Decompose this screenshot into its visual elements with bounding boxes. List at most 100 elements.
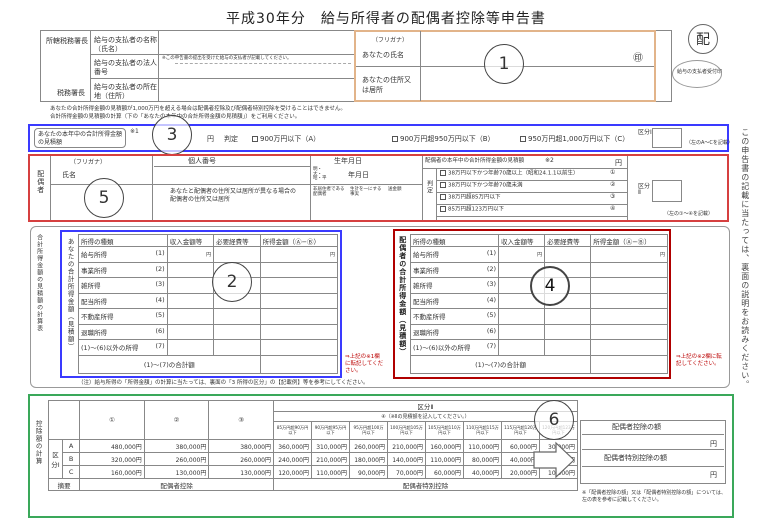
table-row: 退職所得 (6) (78, 323, 339, 340)
amount-cell[interactable]: 円 (166, 246, 215, 263)
amount-cell[interactable]: 円 (590, 246, 668, 263)
sec3-kubun-note: （左のA〜Cを記載） (686, 140, 733, 146)
amount-cell[interactable] (590, 323, 668, 340)
amount-cell[interactable] (213, 339, 261, 356)
table-row: (1)〜(6)以外の所得 (7) (78, 339, 339, 356)
income-type-cell: 不動産所得 (5) (409, 308, 500, 325)
spouse-special-label: 配偶者特別控除 (273, 478, 578, 491)
payer-number-field[interactable] (175, 63, 351, 75)
table-header: 所得金額（Ⓐ−Ⓑ） (259, 234, 339, 247)
sec5-name: 氏名 (62, 171, 76, 179)
amount-cell[interactable] (259, 292, 339, 309)
sec3-kubun: 区分Ⅰ (638, 129, 652, 136)
amount-cell[interactable] (259, 308, 339, 325)
sec5-birth: 生年月日 (334, 157, 362, 165)
marker-2: 2 (212, 262, 252, 302)
amount-cell[interactable] (544, 308, 592, 325)
income-type-cell: 配当所得 (4) (409, 292, 500, 309)
kubun2-header: 区分Ⅱ (273, 400, 578, 412)
receipt-stamp: 配 (688, 24, 718, 54)
amount-cell[interactable] (213, 246, 261, 263)
marker-6: 6 (534, 400, 574, 440)
sec5-cond-row[interactable]: 38万円以下かつ年齢70歳未満 (440, 182, 523, 189)
amount-cell[interactable] (498, 308, 546, 325)
amount-cell[interactable] (590, 277, 668, 294)
deduction-value: 60,000円 (425, 465, 464, 479)
sec5-judge: 判定 (425, 180, 433, 194)
amount-cell[interactable]: 円 (498, 246, 546, 263)
checkbox-a[interactable] (252, 136, 258, 142)
total-cell[interactable] (259, 354, 339, 374)
sec3-option-a[interactable]: 900万円以下（A） (252, 136, 320, 143)
deduction-value: 210,000円 (387, 439, 426, 453)
amount-cell[interactable] (166, 323, 215, 340)
sec3-option-c[interactable]: 950万円超1,000万円以下（C） (520, 136, 629, 143)
sec6-out2-field[interactable] (582, 466, 724, 482)
amount-cell[interactable] (166, 308, 215, 325)
col-header: ② (143, 400, 210, 440)
checkbox-c[interactable] (520, 136, 526, 142)
sec2-vlabel: あなたの合計所得金額（見積額） (66, 238, 75, 351)
amount-cell[interactable] (498, 339, 546, 356)
sec5-furigana: （フリガナ） (70, 159, 107, 166)
row-key: A (61, 439, 81, 453)
sec2-table: 所得の種類 収入金額等 必要経費等 所得金額（Ⓐ−Ⓑ） 給与所得 (1) 円円事業所得 (2)… (78, 234, 339, 374)
amount-cell[interactable] (166, 277, 215, 294)
sec3-option-b[interactable]: 900万円超950万円以下（B） (392, 136, 495, 143)
sec6-foot: ※「配偶者控除の額」又は「配偶者特別控除の額」については、左の表を参考に記載して… (582, 490, 726, 503)
amount-cell[interactable] (498, 323, 546, 340)
amount-cell[interactable]: 円 (259, 246, 339, 263)
sec5-cond-checkbox[interactable] (440, 170, 446, 176)
total-cell[interactable] (590, 354, 668, 374)
subcol-header: 95万円超100万円以下 (349, 421, 388, 440)
subcol-header: 85万円超90万円以下 (273, 421, 312, 440)
deduction-value: 380,000円 (208, 439, 274, 453)
amount-cell[interactable] (213, 323, 261, 340)
amount-cell[interactable] (259, 277, 339, 294)
sec5-ymd: 年月日 (348, 171, 369, 179)
amount-cell[interactable] (259, 339, 339, 356)
sec5-cond-checkbox[interactable] (440, 182, 446, 188)
amount-cell[interactable] (590, 308, 668, 325)
amount-cell[interactable] (544, 246, 592, 263)
sec3-kubun-field[interactable] (652, 128, 682, 148)
amount-cell[interactable] (544, 323, 592, 340)
deduction-value: 260,000円 (208, 452, 274, 466)
amount-cell[interactable] (259, 261, 339, 278)
subcol-header: 105万円超110万円以下 (425, 421, 464, 440)
total-label: (1)〜(7)の合計額 (78, 354, 261, 374)
income-type-cell: 退職所得 (6) (409, 323, 500, 340)
amount-cell[interactable] (213, 308, 261, 325)
sec5-spouse-label: 配偶者 (36, 170, 45, 194)
your-address-label: あなたの住所又は居所 (362, 76, 411, 94)
your-address-field[interactable] (424, 69, 652, 99)
amount-cell[interactable] (590, 339, 668, 356)
checkbox-b[interactable] (392, 136, 398, 142)
amount-cell[interactable] (166, 339, 215, 356)
amount-cell[interactable] (544, 339, 592, 356)
sec6-out1-field[interactable] (582, 434, 724, 450)
payer-number-label: 給与の支払者の法人番号 (94, 59, 157, 77)
amount-cell[interactable] (166, 292, 215, 309)
sec5-cond-label: 85万円超123万円以下 (448, 206, 504, 213)
your-name-field[interactable] (424, 34, 624, 64)
sec5-cond-row[interactable]: 38万円超85万円以下 (440, 194, 501, 201)
amount-cell[interactable] (590, 292, 668, 309)
sec6-side: 控除額の計算 (34, 420, 43, 465)
spouse-deduction-label: 配偶者控除 (79, 478, 274, 491)
stamp-subtitle: 給与の支払者受付印 (677, 69, 723, 75)
amount-cell[interactable] (166, 261, 215, 278)
sec5-cond-checkbox[interactable] (440, 206, 446, 212)
table-row: 配当所得 (4) (78, 292, 339, 309)
sec5-kubun-field[interactable] (652, 180, 682, 202)
amount-cell[interactable] (590, 261, 668, 278)
sec5-mynumber-field[interactable] (154, 166, 310, 184)
sec3-mark: ※1 (130, 128, 139, 135)
sec5-cond-row[interactable]: 38万円以下かつ年齢70歳以上（昭和24.1.1以前生） (440, 170, 579, 177)
deduction-value: 70,000円 (387, 465, 426, 479)
note-1: あなたの合計所得金額の見積額が1,000万円を超える場合は配偶者控除及び配偶者特… (50, 106, 346, 112)
amount-cell[interactable] (259, 323, 339, 340)
sec5-cond-row[interactable]: 85万円超123万円以下 (440, 206, 504, 213)
furigana-label: （フリガナ） (372, 37, 409, 44)
sec5-cond-checkbox[interactable] (440, 194, 446, 200)
